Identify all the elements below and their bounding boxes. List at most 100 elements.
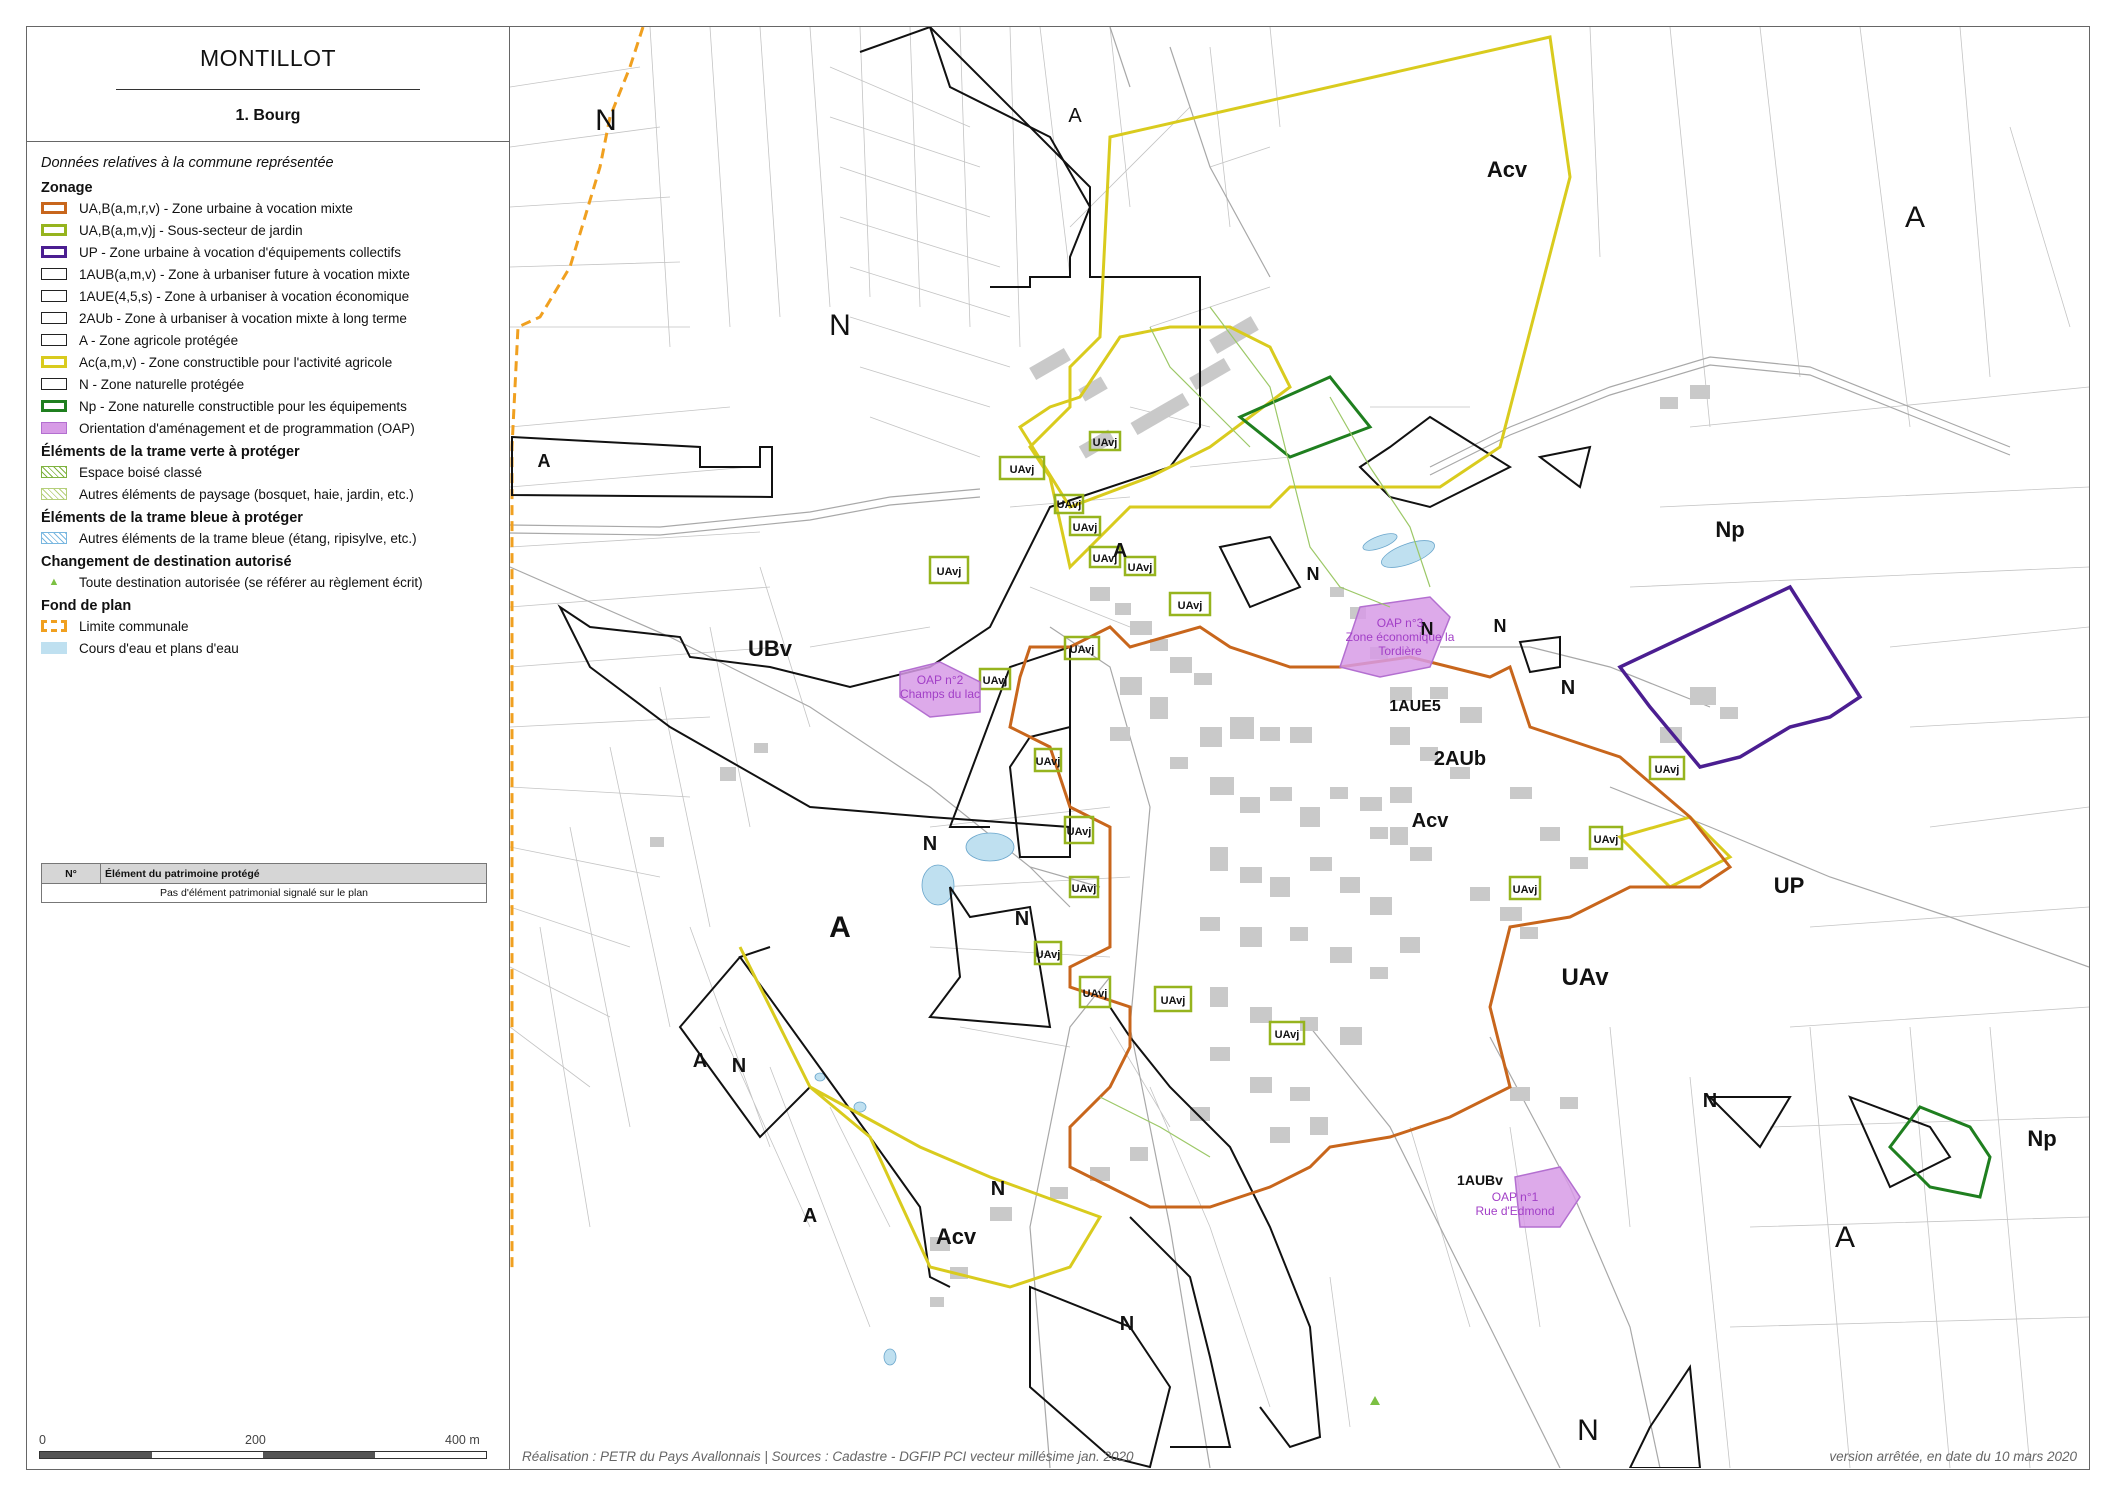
legend-item-zone-np: Np - Zone naturelle constructible pour l… xyxy=(41,395,501,417)
oap2-label: OAP n°2 xyxy=(917,673,964,687)
label-n-se: N xyxy=(1703,1090,1717,1112)
eau-swatch xyxy=(41,642,67,654)
label-uavj-12: UAvj xyxy=(1067,826,1092,838)
legend-item-changement: ▲ Toute destination autorisée (se référer… xyxy=(41,571,501,593)
credits: Réalisation : PETR du Pays Avallonnais |… xyxy=(522,1449,1134,1464)
label-a-sw: A xyxy=(693,1050,707,1072)
label-uavj-5: UAvj xyxy=(1073,522,1098,534)
label-uavj-3: UAvj xyxy=(1057,499,1082,511)
oap3-sublabel-2: Tordière xyxy=(1378,644,1422,658)
legend-intro: Données relatives à la commune représent… xyxy=(41,155,334,171)
label-n-sw: N xyxy=(732,1055,746,1077)
label-n-lower: N xyxy=(1120,1313,1134,1335)
label-n-corner: N xyxy=(1561,677,1575,699)
label-uavj-14: UAvj xyxy=(1036,949,1061,961)
oap1-sublabel: Rue d'Edmond xyxy=(1475,1204,1554,1218)
label-uavj-16: UAvj xyxy=(1161,995,1186,1007)
label-uavj-10: UAvj xyxy=(983,675,1008,687)
zone-up-swatch xyxy=(41,246,67,258)
zone-1aue-swatch xyxy=(41,290,67,302)
label-uavj-11: UAvj xyxy=(1036,756,1061,768)
oap3-label: OAP n°3 xyxy=(1377,616,1424,630)
label-a-se: A xyxy=(1835,1221,1855,1254)
label-2aub: 2AUb xyxy=(1434,748,1486,770)
label-a-centre: A xyxy=(829,911,851,944)
label-acv-east: Acv xyxy=(1412,810,1450,832)
label-n-lake: N xyxy=(923,833,937,855)
version-note: version arrêtée, en date du 10 mars 2020 xyxy=(1829,1449,2077,1464)
label-uavj-17: UAvj xyxy=(1275,1029,1300,1041)
zone-n-swatch xyxy=(41,378,67,390)
paysage-swatch xyxy=(41,488,67,500)
label-uavj-20: UAvj xyxy=(1655,764,1680,776)
label-up: UP xyxy=(1774,873,1805,898)
zoning-map[interactable]: N N A A A A A A A A Acv Acv Acv Np Np UB… xyxy=(510,27,2089,1468)
oap1-label: OAP n°1 xyxy=(1492,1190,1539,1204)
label-uavj-15: UAvj xyxy=(1083,988,1108,1000)
label-uavj-13: UAvj xyxy=(1072,883,1097,895)
label-a-north: A xyxy=(1068,105,1082,127)
ebc-swatch xyxy=(41,466,67,478)
legend-item-zone-1aue: 1AUE(4,5,s) - Zone à urbaniser à vocatio… xyxy=(41,285,501,307)
label-uavj-18: UAvj xyxy=(1513,884,1538,896)
label-n-south: N xyxy=(991,1178,1005,1200)
label-np-north: Np xyxy=(1715,517,1744,542)
limite-swatch xyxy=(41,620,67,632)
label-n-nw: N xyxy=(595,104,617,137)
zone-2aub-swatch xyxy=(41,312,67,324)
legend-item-limite: Limite communale xyxy=(41,615,501,637)
legend-heading-trame-verte: Éléments de la trame verte à protéger xyxy=(41,444,300,460)
zone-ac-swatch xyxy=(41,356,67,368)
legend-panel: MONTILLOT 1. Bourg Données relatives à l… xyxy=(27,27,510,1469)
label-uavj-4: UAvj xyxy=(937,566,962,578)
label-uavj-8: UAvj xyxy=(1070,644,1095,656)
legend-item-zone-2aub: 2AUb - Zone à urbaniser à vocation mixte… xyxy=(41,307,501,329)
zone-a-swatch xyxy=(41,334,67,346)
oap-swatch xyxy=(41,422,67,434)
legend-item-paysage: Autres éléments de paysage (bosquet, hai… xyxy=(41,483,501,505)
legend-item-zone-up: UP - Zone urbaine à vocation d'équipemen… xyxy=(41,241,501,263)
label-a-west: A xyxy=(538,451,551,471)
scale-bar: 0 200 400 m xyxy=(39,1433,497,1461)
map-sheet: MONTILLOT 1. Bourg Données relatives à l… xyxy=(26,26,2090,1470)
label-n-wood: N xyxy=(1307,564,1320,584)
legend-heading-trame-bleue: Éléments de la trame bleue à protéger xyxy=(41,510,303,526)
legend-item-ebc: Espace boisé classé xyxy=(41,461,501,483)
legend-item-zone-jardin: UA,B(a,m,v)j - Sous-secteur de jardin xyxy=(41,219,501,241)
legend-heading-changement: Changement de destination autorisé xyxy=(41,554,292,570)
label-uavj-6: UAvj xyxy=(1093,553,1118,565)
label-a-south: A xyxy=(803,1205,817,1227)
label-n-small: N xyxy=(1494,616,1507,636)
label-uavj-9: UAvj xyxy=(1178,600,1203,612)
scale-label-400: 400 m xyxy=(445,1433,480,1447)
oap2-sublabel: Champs du lac xyxy=(900,687,980,701)
patrimoine-table: N° Élément du patrimoine protégé Pas d'é… xyxy=(41,863,487,903)
legend-item-trame-bleue: Autres éléments de la trame bleue (étang… xyxy=(41,527,501,549)
legend-item-zone-1aub: 1AUB(a,m,v) - Zone à urbaniser future à … xyxy=(41,263,501,285)
zone-np-swatch xyxy=(41,400,67,412)
legend: Données relatives à la commune représent… xyxy=(41,155,501,659)
legend-item-eau: Cours d'eau et plans d'eau xyxy=(41,637,501,659)
legend-item-zone-n: N - Zone naturelle protégée xyxy=(41,373,501,395)
label-a-ne: A xyxy=(1905,201,1925,234)
label-n-centre-west: N xyxy=(829,309,851,342)
oap3-sublabel: Zone économique la xyxy=(1346,630,1455,644)
label-uavj-1: UAvj xyxy=(1093,437,1118,449)
patrimoine-col-element: Élément du patrimoine protégé xyxy=(100,863,487,884)
label-acv-south: Acv xyxy=(936,1224,977,1249)
trame-bleue-swatch xyxy=(41,532,67,544)
title-divider xyxy=(116,89,420,90)
legend-heading-fond: Fond de plan xyxy=(41,598,132,614)
label-uavj-2: UAvj xyxy=(1010,464,1035,476)
scale-graphic xyxy=(39,1451,487,1459)
legend-item-oap: Orientation d'aménagement et de programm… xyxy=(41,417,501,439)
label-ubv: UBv xyxy=(748,636,793,661)
title-block: MONTILLOT 1. Bourg xyxy=(27,27,509,142)
triangle-icon: ▲ xyxy=(48,576,60,588)
zone-jardin-swatch xyxy=(41,224,67,236)
label-1aubv: 1AUBv xyxy=(1457,1172,1503,1188)
label-acv-north: Acv xyxy=(1487,157,1528,182)
zone-mixte-swatch xyxy=(41,202,67,214)
patrimoine-col-num: N° xyxy=(41,863,101,884)
label-uavj-7: UAvj xyxy=(1128,562,1153,574)
